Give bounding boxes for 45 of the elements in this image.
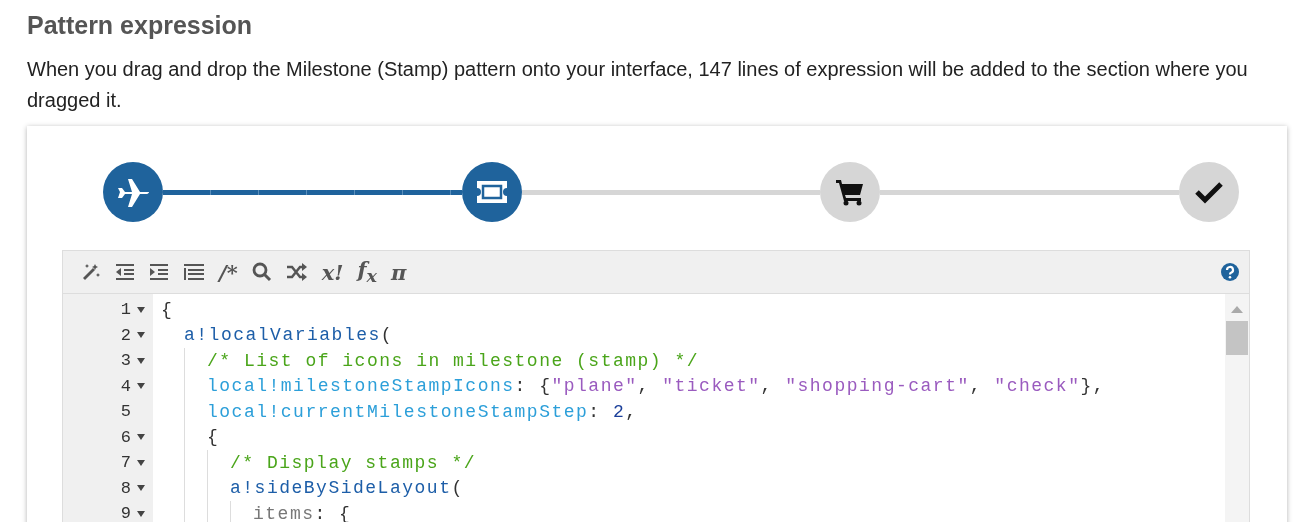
code-line: items: { <box>252 503 352 522</box>
code-line: { <box>161 299 174 320</box>
line-number: 9 <box>120 504 131 522</box>
code-line: /* Display stamps */ <box>229 452 477 473</box>
line-number: 2 <box>120 325 131 345</box>
fold-arrow-icon[interactable] <box>137 383 145 390</box>
fold-arrow-icon[interactable] <box>137 357 145 364</box>
line-number: 6 <box>120 427 131 447</box>
code-line: { <box>206 427 220 448</box>
section-heading: Pattern expression <box>26 10 254 40</box>
toolbar-button[interactable]: π <box>388 259 409 285</box>
magic-wand-icon <box>81 262 101 282</box>
code-line: local!currentMilestoneStampStep: 2, <box>206 401 638 422</box>
checkmark-icon <box>1194 180 1224 204</box>
airplane-icon <box>116 177 150 207</box>
toolbar-button[interactable]: /* <box>217 259 240 285</box>
fold-arrow-icon[interactable] <box>137 459 145 466</box>
align-lines-icon <box>183 263 205 281</box>
line-number: 3 <box>120 351 131 371</box>
scrollbar-thumb[interactable] <box>1226 321 1248 355</box>
code-line: /* List of icons in milestone (stamp) */ <box>206 350 700 371</box>
code-line: a!localVariables( <box>183 325 394 346</box>
fold-arrow-icon[interactable] <box>137 485 145 492</box>
code-line: local!milestoneStampIcons: {"plane", "ticket", "shopping-cart", "check"}, <box>206 376 1106 397</box>
indent-icon <box>149 263 169 281</box>
toolbar-button[interactable]: x! <box>319 259 346 285</box>
help-icon[interactable] <box>1221 263 1239 281</box>
fold-arrow-icon[interactable] <box>137 510 145 517</box>
description-text: When you drag and drop the Milestone (Stamp) pattern onto your interface, 147 lines of expression will be added to the section where you dragged it. <box>27 57 1249 113</box>
fold-arrow-icon[interactable] <box>137 332 145 339</box>
line-number: 7 <box>120 453 131 473</box>
shuffle-icon <box>285 263 308 281</box>
line-number: 4 <box>120 376 131 396</box>
ticket-icon <box>474 179 509 205</box>
shopping-cart-icon <box>835 178 866 206</box>
vertical-scrollbar[interactable] <box>1225 294 1249 522</box>
outdent-icon <box>115 263 135 281</box>
search-icon <box>251 262 272 282</box>
toolbar-button[interactable]: f$_{x}$ <box>355 259 379 285</box>
code-line: a!sideBySideLayout( <box>229 478 464 499</box>
fold-arrow-icon[interactable] <box>137 434 145 441</box>
line-number: 5 <box>120 402 131 422</box>
fold-arrow-icon[interactable] <box>137 306 145 313</box>
line-number: 8 <box>120 478 131 498</box>
line-number: 1 <box>120 300 131 320</box>
